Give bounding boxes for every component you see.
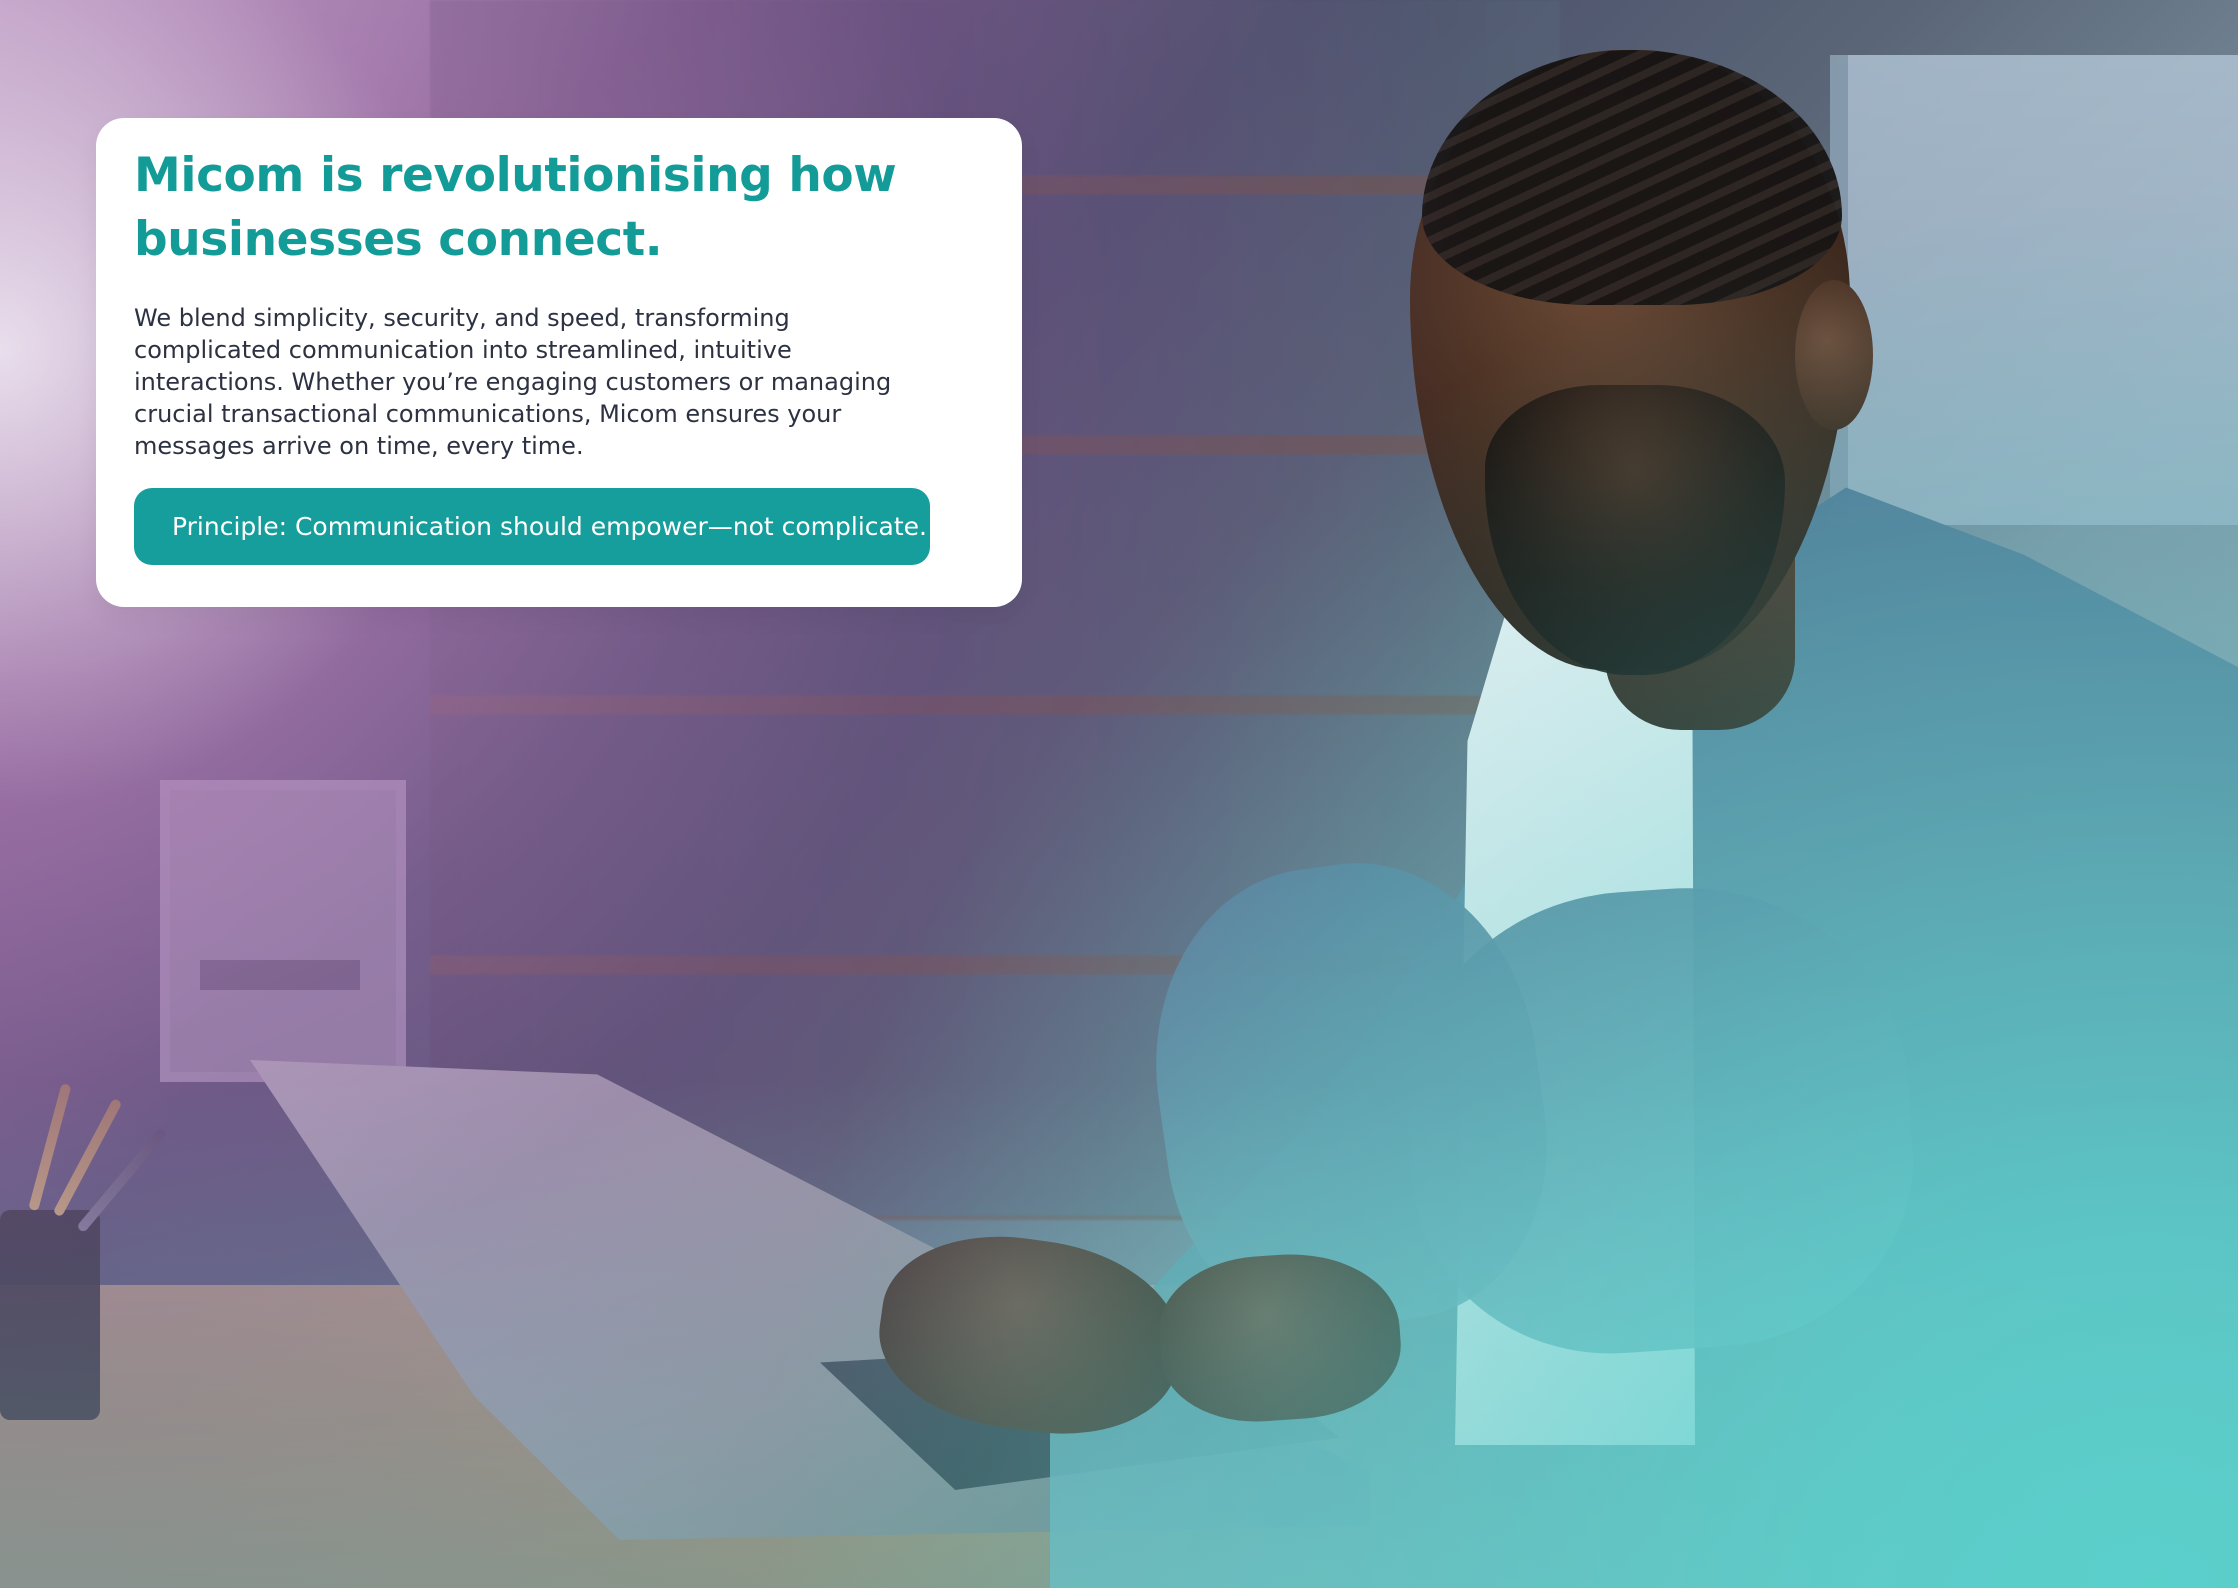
hero-title: Micom is revolutionising how businesses … — [134, 148, 897, 267]
ear — [1795, 280, 1873, 430]
hero-scene: Micom is revolutionising how businesses … — [0, 0, 2238, 1588]
hero-body-text: We blend simplicity, security, and speed… — [134, 304, 892, 460]
wall-frame — [160, 780, 406, 1082]
principle-button[interactable]: Principle: Communication should empower—… — [134, 488, 930, 565]
hero-card: Micom is revolutionising how businesses … — [96, 118, 1022, 607]
hair — [1422, 50, 1842, 305]
pen-holder — [0, 1210, 100, 1420]
